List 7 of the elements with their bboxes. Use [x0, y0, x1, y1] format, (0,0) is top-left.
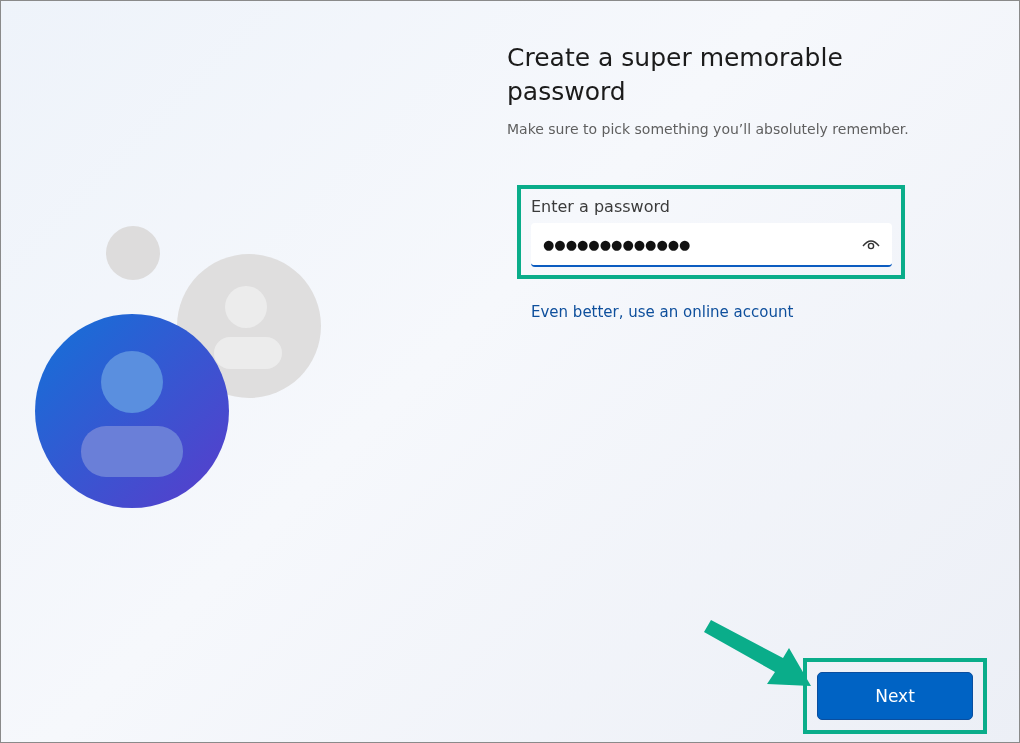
- subtitle: Make sure to pick something you’ll absolutely remember.: [507, 121, 910, 137]
- page-title: Create a super memorable password: [507, 42, 844, 108]
- online-account-link[interactable]: Even better, use an online account: [531, 303, 794, 321]
- password-field[interactable]: ●●●●●●●●●●●●●: [531, 223, 892, 267]
- field-label: Enter a password: [531, 197, 671, 216]
- eye-icon[interactable]: [862, 238, 880, 250]
- next-button[interactable]: Next: [817, 672, 973, 720]
